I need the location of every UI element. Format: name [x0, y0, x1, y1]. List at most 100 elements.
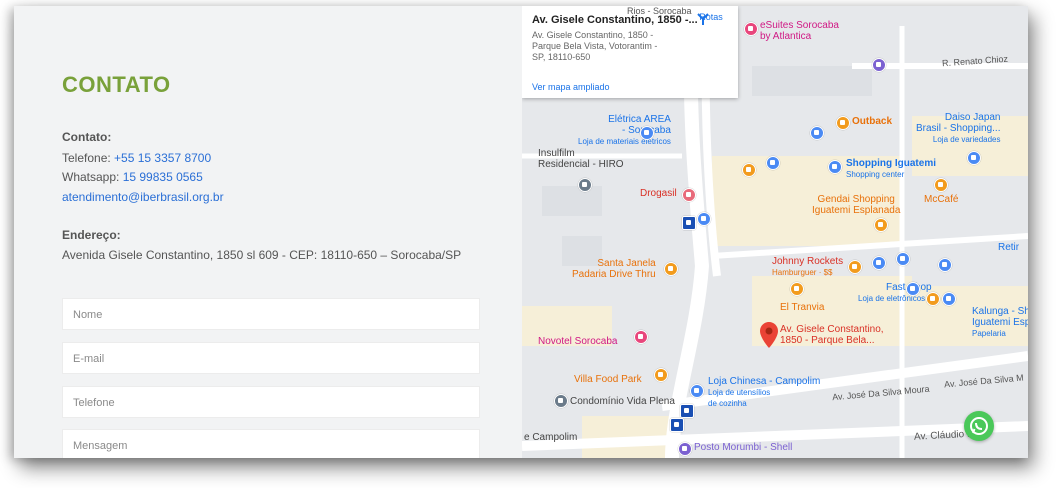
phone-link[interactable]: +55 15 3357 8700	[114, 151, 211, 165]
email-link[interactable]: atendimento@iberbrasil.org.br	[62, 190, 224, 204]
hotel-pin-icon	[634, 330, 648, 344]
poi-category: Loja de utensílios	[708, 388, 771, 397]
poi-eletrica-area[interactable]: Elétrica AREA - Sorocaba Loja de materia…	[578, 114, 671, 147]
poi-loja-chinesa[interactable]: Loja Chinesa - Campolim Loja de utensíli…	[708, 376, 820, 409]
address-label: Endereço:	[62, 228, 121, 242]
shop-pin-icon	[896, 252, 910, 266]
marker-label: Av. Gisele Constantino, 1850 - Parque Be…	[780, 324, 884, 346]
poi-label: Villa Food Park	[574, 374, 642, 385]
map-info-card: Av. Gisele Constantino, 1850 -... Av. Gi…	[522, 6, 738, 98]
poi-johnny-rockets[interactable]: Johnny Rockets Hamburguer · $$	[772, 256, 843, 278]
restaurant-pin-icon	[664, 262, 678, 276]
phone-line: Telefone: +55 15 3357 8700	[62, 151, 211, 165]
poi-label: Santa Janela	[597, 258, 656, 269]
directions-button[interactable]: Rotas	[696, 12, 726, 25]
google-map[interactable]: Av. Gisele Constantino, 1850 -... Av. Gi…	[522, 6, 1028, 458]
shop-pin-icon	[810, 126, 824, 140]
parking-pin-icon[interactable]	[872, 58, 886, 72]
poi-campolim[interactable]: e Campolim	[524, 432, 577, 443]
shop-pin-icon	[942, 292, 956, 306]
poi-label: e Campolim	[524, 432, 578, 443]
pharmacy-pin-icon	[682, 188, 696, 202]
poi-label: Condomínio Vida Plena	[570, 396, 675, 407]
poi-category: Loja de variedades	[932, 135, 1001, 144]
poi-daiso[interactable]: Daiso Japan Brasil - Shopping... Loja de…	[916, 112, 1001, 145]
whatsapp-link[interactable]: 15 99835 0565	[123, 170, 203, 184]
page-frame: CONTATO Contato: Telefone: +55 15 3357 8…	[14, 6, 1028, 458]
bus-stop-icon	[680, 404, 694, 418]
poi-category: Papelaria	[972, 329, 1006, 338]
poi-label: Insulfilm	[538, 148, 575, 159]
poi-retir[interactable]: Retir	[998, 242, 1019, 253]
shop-pin-icon	[690, 384, 704, 398]
poi-label: McCafé	[924, 194, 959, 205]
whatsapp-prefix: Whatsapp:	[62, 170, 123, 184]
poi-label: Posto Morumbi - Shell	[694, 442, 793, 453]
poi-label: Av. Gisele Constantino,	[780, 324, 884, 335]
hotel-pin-icon[interactable]	[744, 22, 758, 36]
page-title: CONTATO	[62, 72, 171, 97]
map-card-address: Av. Gisele Constantino, 1850 - Parque Be…	[532, 30, 658, 62]
road-label: Rios - Sorocaba	[627, 6, 692, 16]
poi-fast-shop[interactable]: Fast Shop Loja de eletrônicos	[858, 282, 932, 304]
poi-shopping-iguatemi[interactable]: Shopping Iguatemi Shopping center	[846, 158, 936, 180]
view-larger-map-link[interactable]: Ver mapa ampliado	[532, 82, 610, 92]
email-line: atendimento@iberbrasil.org.br	[62, 190, 224, 204]
shop-pin-icon	[906, 282, 920, 296]
poi-outback[interactable]: Outback	[852, 116, 892, 127]
poi-category: Hamburguer · $$	[772, 268, 833, 277]
poi-label: 1850 - Parque Bela...	[780, 335, 875, 346]
phone-input[interactable]: Telefone	[62, 386, 480, 418]
poi-esuites[interactable]: eSuites Sorocaba by Atlantica	[760, 20, 839, 42]
shop-pin-icon	[640, 126, 654, 140]
whatsapp-icon	[970, 417, 988, 435]
poi-label: Brasil - Shopping...	[916, 123, 1001, 134]
directions-icon	[697, 13, 709, 25]
shop-pin-icon	[697, 212, 711, 226]
poi-label: Retir	[998, 242, 1020, 253]
restaurant-pin-icon	[926, 292, 940, 306]
poi-label: Iguatemi Esplanada	[812, 205, 901, 216]
gas-station-pin-icon	[678, 442, 692, 456]
restaurant-pin-icon	[654, 368, 668, 382]
restaurant-pin-icon	[836, 116, 850, 130]
shop-pin-icon	[938, 258, 952, 272]
poi-villa-food-park[interactable]: Villa Food Park	[574, 374, 642, 385]
whatsapp-line: Whatsapp: 15 99835 0565	[62, 170, 203, 184]
poi-kalunga[interactable]: Kalunga - Sho Iguatemi Espl Papelaria	[972, 306, 1028, 339]
poi-condominio[interactable]: Condomínio Vida Plena	[570, 396, 675, 407]
poi-novotel[interactable]: Novotel Sorocaba	[538, 336, 618, 347]
building	[752, 66, 872, 96]
bus-stop-icon	[670, 418, 684, 432]
poi-label: Residencial - HIRO	[538, 159, 624, 170]
restaurant-pin-icon	[874, 218, 888, 232]
poi-el-tranvia[interactable]: El Tranvia	[780, 302, 824, 313]
shopping-pin-icon	[828, 160, 842, 174]
poi-category: Loja de eletrônicos	[858, 294, 926, 303]
poi-label: Outback	[852, 116, 893, 127]
poi-santa-janela[interactable]: Santa Janela Padaria Drive Thru	[572, 258, 656, 280]
whatsapp-button[interactable]	[964, 411, 994, 441]
poi-label: Padaria Drive Thru	[572, 269, 656, 280]
contact-section: CONTATO Contato: Telefone: +55 15 3357 8…	[62, 6, 502, 458]
poi-label: eSuites Sorocaba	[760, 20, 839, 31]
poi-label: by Atlantica	[760, 31, 812, 42]
poi-mccafe[interactable]: McCafé	[924, 194, 958, 205]
poi-drogasil[interactable]: Drogasil	[640, 188, 677, 199]
name-input[interactable]: Nome	[62, 298, 480, 330]
phone-prefix: Telefone:	[62, 151, 115, 165]
poi-label: Gendai Shopping	[817, 194, 895, 205]
poi-posto-morumbi[interactable]: Posto Morumbi - Shell	[694, 442, 792, 453]
message-input[interactable]: Mensagem	[62, 429, 480, 458]
address-text: Avenida Gisele Constantino, 1850 sl 609 …	[62, 248, 462, 262]
email-input[interactable]: E-mail	[62, 342, 480, 374]
poi-label: Elétrica AREA	[608, 114, 671, 125]
poi-insulfilm[interactable]: Insulfilm Residencial - HIRO	[538, 148, 624, 170]
poi-label: Shopping Iguatemi	[846, 158, 936, 169]
location-marker-icon[interactable]	[760, 322, 778, 348]
contact-label: Contato:	[62, 130, 112, 144]
restaurant-pin-icon	[742, 163, 756, 177]
poi-label: Kalunga - Sho	[972, 306, 1028, 317]
poi-gendai[interactable]: Gendai Shopping Iguatemi Esplanada	[812, 194, 900, 216]
restaurant-pin-icon	[848, 260, 862, 274]
